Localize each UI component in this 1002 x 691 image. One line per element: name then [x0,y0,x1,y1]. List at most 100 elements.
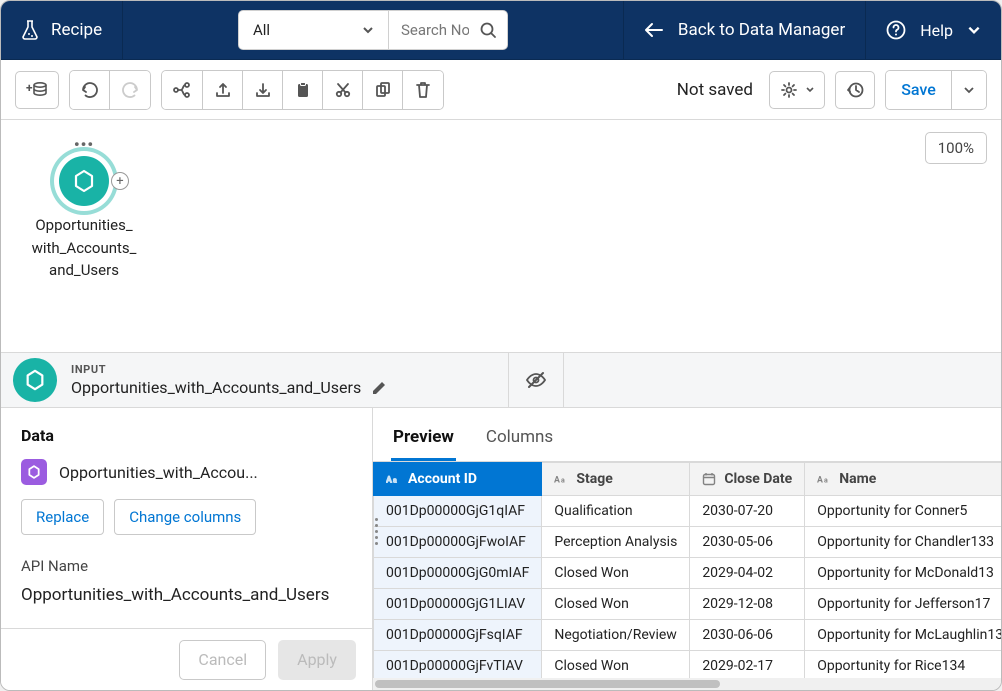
table-row[interactable]: 001Dp00000GjG0mIAFClosed Won2029-04-02Op… [374,558,1002,589]
table-cell[interactable]: 001Dp00000GjG1LIAV [374,589,542,620]
table-cell[interactable]: Closed Won [542,651,690,679]
table-cell[interactable]: 001Dp00000GjG1qIAF [374,496,542,527]
side-scroll[interactable]: Data Opportunities_with_Accou... Replace… [1,408,372,628]
zoom-value: 100% [938,139,974,157]
flask-icon [21,19,39,41]
copy-button[interactable] [363,71,403,109]
save-menu-button[interactable] [952,71,986,109]
table-cell[interactable]: Perception Analysis [542,527,690,558]
table-cell[interactable]: Negotiation/Review [542,620,690,651]
back-to-data-manager[interactable]: Back to Data Manager [644,20,845,40]
dataflow-button[interactable] [162,71,203,109]
dataset-row[interactable]: Opportunities_with_Accou... [21,459,352,485]
search-filter-dropdown[interactable]: All [239,11,389,49]
table-cell[interactable]: 2030-07-20 [690,496,805,527]
download-icon [254,81,272,99]
upload-icon [214,81,232,99]
table-cell[interactable]: 2029-02-17 [690,651,805,679]
table-cell[interactable]: 2030-05-06 [690,527,805,558]
table-cell[interactable]: Opportunity for McDonald13 [805,558,1001,589]
svg-text:a: a [561,477,565,485]
side-heading: Data [21,426,352,445]
search-segment: All [123,1,623,59]
redo-icon [121,81,139,99]
node-menu-button[interactable]: ••• [74,142,94,148]
settings-button[interactable] [769,71,825,109]
pencil-icon[interactable] [371,380,387,396]
scrollbar-thumb[interactable] [375,680,720,688]
toggle-preview-button[interactable] [508,352,564,408]
table-row[interactable]: 001Dp00000GjFsqIAFNegotiation/Review2030… [374,620,1002,651]
input-eyebrow: INPUT [71,363,494,376]
node-add-button[interactable]: + [111,172,129,190]
recipe-canvas[interactable]: 100% ••• + Opportunities_ with_Accounts_… [1,120,1001,352]
undo-icon [81,81,99,99]
table-cell[interactable]: Opportunity for Chandler133 [805,527,1001,558]
delete-button[interactable] [403,71,443,109]
replace-label: Replace [36,508,89,526]
column-header[interactable]: AaName [805,463,1001,496]
help-segment: Help [865,1,1001,59]
node-label: Opportunities_ with_Accounts_ and_Users [32,214,137,282]
table-cell[interactable]: Closed Won [542,558,690,589]
add-data-button[interactable]: + [15,71,59,109]
change-columns-label: Change columns [129,508,241,526]
replace-button[interactable]: Replace [21,499,104,535]
clipboard-button[interactable] [283,71,323,109]
history-button[interactable] [835,71,875,109]
save-button[interactable]: Save [886,71,952,109]
table-cell[interactable]: Qualification [542,496,690,527]
download-button[interactable] [243,71,283,109]
table-cell[interactable]: 001Dp00000GjFvTIAV [374,651,542,679]
table-row[interactable]: 001Dp00000GjFwoIAFPerception Analysis203… [374,527,1002,558]
table-row[interactable]: 001Dp00000GjFvTIAVClosed Won2029-02-17Op… [374,651,1002,679]
tab-preview[interactable]: Preview [391,427,456,461]
table-cell[interactable]: 2029-04-02 [690,558,805,589]
clipboard-icon [295,81,311,99]
help-menu[interactable]: Help [886,20,981,40]
change-columns-button[interactable]: Change columns [114,499,256,535]
column-header[interactable]: AaAccount ID [374,463,542,496]
table-cell[interactable]: 001Dp00000GjFsqIAF [374,620,542,651]
cancel-button[interactable]: Cancel [179,640,266,680]
dataflow-icon [172,81,192,99]
app-window: Recipe All [0,0,1002,691]
side-footer: Cancel Apply [1,628,372,690]
search-input[interactable] [399,20,471,40]
node-core[interactable] [59,156,109,206]
table-cell[interactable]: Opportunity for Conner5 [805,496,1001,527]
apply-label: Apply [297,650,337,669]
tab-columns[interactable]: Columns [484,427,555,461]
hexagon-icon [24,369,46,391]
grid-scroll[interactable]: AaAccount IDAaStageClose DateAaNameAa 00… [373,462,1001,678]
add-data-icon: + [26,80,48,100]
resize-handle[interactable] [372,518,380,545]
column-header[interactable]: AaStage [542,463,690,496]
table-cell[interactable]: Opportunity for Rice134 [805,651,1001,679]
side-panel: Data Opportunities_with_Accou... Replace… [1,408,373,690]
svg-text:a: a [824,477,828,485]
table-cell[interactable]: 2030-06-06 [690,620,805,651]
undo-button[interactable] [70,71,110,109]
edit-tools-group [161,70,444,110]
upload-button[interactable] [203,71,243,109]
table-row[interactable]: 001Dp00000GjG1LIAVClosed Won2029-12-08Op… [374,589,1002,620]
redo-button[interactable] [110,71,150,109]
apply-button[interactable]: Apply [278,640,356,680]
arrow-left-icon [644,22,664,38]
cut-button[interactable] [323,71,363,109]
column-header[interactable]: Close Date [690,463,805,496]
zoom-level[interactable]: 100% [925,132,987,164]
table-row[interactable]: 001Dp00000GjG1qIAFQualification2030-07-2… [374,496,1002,527]
table-cell[interactable]: 001Dp00000GjFwoIAF [374,527,542,558]
data-grid: AaAccount IDAaStageClose DateAaNameAa 00… [373,462,1001,678]
table-cell[interactable]: Opportunity for Jefferson17 [805,589,1001,620]
table-cell[interactable]: Opportunity for McLaughlin130 [805,620,1001,651]
table-cell[interactable]: 001Dp00000GjG0mIAF [374,558,542,589]
table-cell[interactable]: Closed Won [542,589,690,620]
horizontal-scrollbar[interactable] [373,678,1001,690]
help-icon [886,20,906,40]
table-cell[interactable]: 2029-12-08 [690,589,805,620]
input-node[interactable]: ••• + Opportunities_ with_Accounts_ and_… [19,142,149,282]
chevron-down-icon [964,85,974,95]
